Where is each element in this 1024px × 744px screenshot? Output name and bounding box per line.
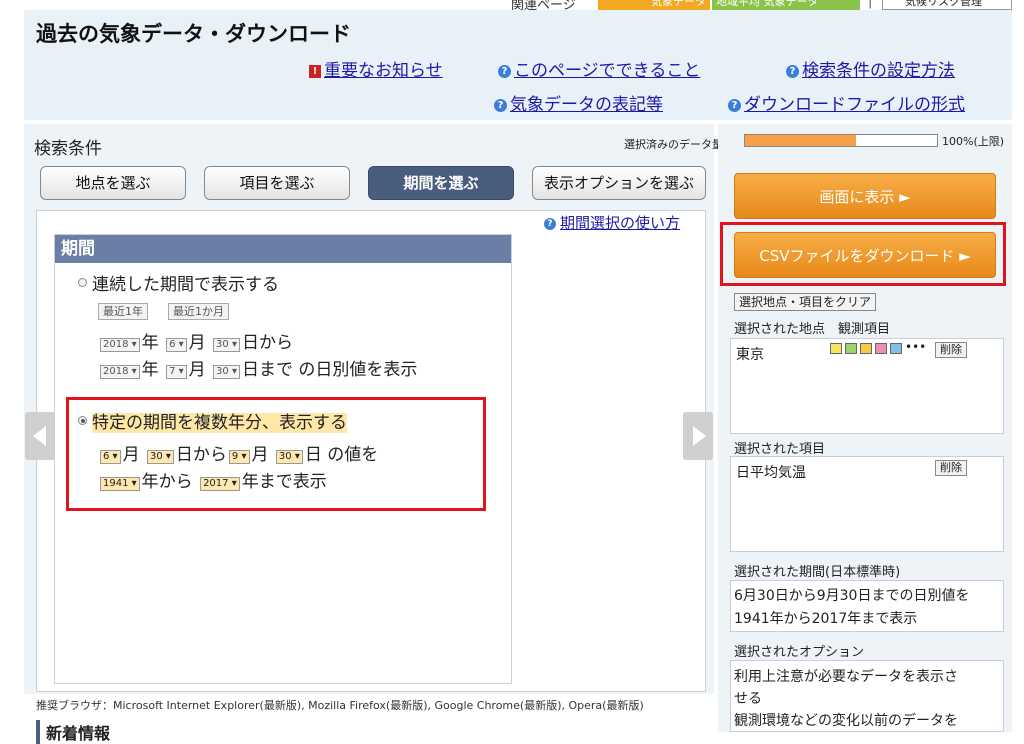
year-unit: 年 — [141, 360, 159, 380]
help-icon: ? — [498, 65, 511, 78]
help-icon: ? — [728, 99, 741, 112]
related-pages-label: 関連ページ — [511, 0, 576, 10]
selected-period-label: 選択された期間(日本標準時) — [734, 565, 901, 580]
delete-item-button[interactable]: 削除 — [935, 460, 967, 476]
download-format-link[interactable]: ダウンロードファイルの形式 — [744, 95, 965, 115]
data-quantity-max: 100%(上限) — [942, 135, 1005, 148]
page-features-link[interactable]: このページでできること — [514, 61, 700, 81]
data-notation-link[interactable]: 気象データの表記等 — [510, 95, 663, 115]
recent-month-button[interactable]: 最近1か月 — [168, 303, 229, 320]
recent-year-button[interactable]: 最近1年 — [98, 303, 148, 320]
help-icon: ? — [494, 99, 507, 112]
top-related-bar: 関連ページ 気象データ 地域平均 気象データ | 気候リスク管理 — [0, 0, 1024, 10]
to-month-select[interactable]: 7 ▾ — [166, 365, 187, 379]
year-unit: 年 — [141, 333, 159, 353]
climate-risk-link[interactable]: 気候リスク管理 — [882, 0, 1012, 10]
prev-arrow-icon[interactable] — [25, 412, 55, 460]
file-format-link-wrap[interactable]: ? ダウンロードファイルの形式 — [728, 90, 965, 115]
item-name: 日平均気温 — [736, 465, 806, 481]
tab-select-item[interactable]: 項目を選ぶ — [204, 166, 350, 200]
show-on-screen-button[interactable]: 画面に表示 ► — [734, 173, 996, 219]
period-heading: 期間 — [55, 235, 511, 263]
period-line-2: 1941年から2017年まで表示 — [734, 611, 918, 627]
continuous-to-row: 2018 ▾ 年 7 ▾ 月 30 ▾ 日まで の日別値を表示 — [98, 355, 417, 380]
search-settings-link[interactable]: 検索条件の設定方法 — [802, 61, 955, 81]
selected-option-label: 選択されたオプション — [734, 645, 865, 660]
clear-selection-button[interactable]: 選択地点・項目をクリア — [734, 293, 877, 311]
from-day-select[interactable]: 30 ▾ — [213, 338, 240, 352]
search-conditions-title: 検索条件 — [34, 139, 102, 159]
delete-station-button[interactable]: 削除 — [935, 342, 967, 358]
news-heading: 新着情報 — [36, 720, 110, 744]
month-unit: 月 — [188, 360, 206, 380]
help-icon: ? — [544, 218, 556, 230]
radio-continuous[interactable] — [78, 278, 87, 287]
station-name: 東京 — [736, 347, 764, 363]
recommended-browsers: 推奨ブラウザ：Microsoft Internet Explorer(最新版),… — [36, 699, 644, 712]
more-icons: ••• — [905, 340, 927, 354]
data-quantity-fill — [745, 135, 857, 146]
month-unit: 月 — [188, 333, 206, 353]
tab-select-period[interactable]: 期間を選ぶ — [368, 166, 514, 200]
important-notice-link[interactable]: 重要なお知らせ — [324, 61, 443, 81]
option-line-3: 観測環境などの変化以前のデータを — [734, 713, 958, 729]
to-day-select[interactable]: 30 ▾ — [213, 365, 240, 379]
period-help-link[interactable]: 期間選択の使い方 — [560, 214, 680, 232]
sun-icon — [860, 343, 872, 354]
wind-icon — [890, 343, 902, 354]
data-quantity-bar — [744, 134, 938, 147]
notice-link-wrap[interactable]: ! 重要なお知らせ — [309, 56, 443, 81]
page-header: 過去の気象データ・ダウンロード ! 重要なお知らせ ? このページでできること ? 検… — [24, 10, 1012, 120]
search-howto-link-wrap[interactable]: ? 検索条件の設定方法 — [786, 56, 955, 81]
separator: | — [868, 0, 873, 9]
from-year-select[interactable]: 2018 ▾ — [100, 338, 140, 352]
day-from-text: 日から — [241, 333, 293, 353]
tab-select-station[interactable]: 地点を選ぶ — [40, 166, 186, 200]
day-to-text: 日まで の日別値を表示 — [241, 360, 418, 380]
option-line-1: 利用上注意が必要なデータを表示さ — [734, 669, 958, 685]
alert-icon: ! — [309, 65, 321, 78]
period-line-1: 6月30日から9月30日までの日別値を — [734, 588, 970, 604]
highlight-frame-period — [66, 397, 486, 511]
to-year-select[interactable]: 2018 ▾ — [100, 365, 140, 379]
continuous-label: 連続した期間で表示する — [92, 275, 279, 295]
regional-weather-data-link[interactable]: 地域平均 気象データ — [712, 0, 860, 10]
next-arrow-icon[interactable] — [683, 412, 713, 460]
help-icon: ? — [786, 65, 799, 78]
sunshine-icon — [830, 343, 842, 354]
option-line-2: せる — [734, 691, 762, 707]
selected-items-label: 選択された項目 — [734, 442, 826, 457]
continuous-period-option[interactable]: 連続した期間で表示する — [78, 270, 279, 295]
highlight-frame-csv — [720, 222, 1006, 286]
temperature-icon — [875, 343, 887, 354]
tab-display-options[interactable]: 表示オプションを選ぶ — [532, 166, 706, 200]
precipitation-icon — [845, 343, 857, 354]
selected-stations-label: 選択された地点 観測項目 — [734, 322, 891, 337]
weather-data-link[interactable]: 気象データ — [598, 0, 710, 10]
continuous-from-row: 2018 ▾ 年 6 ▾ 月 30 ▾ 日から — [98, 328, 293, 353]
page-title: 過去の気象データ・ダウンロード — [36, 22, 351, 46]
from-month-select[interactable]: 6 ▾ — [166, 338, 187, 352]
period-help-link-wrap[interactable]: ? 期間選択の使い方 — [544, 212, 680, 233]
notation-link-wrap[interactable]: ? 気象データの表記等 — [494, 90, 663, 115]
can-do-link-wrap[interactable]: ? このページでできること — [498, 56, 700, 81]
